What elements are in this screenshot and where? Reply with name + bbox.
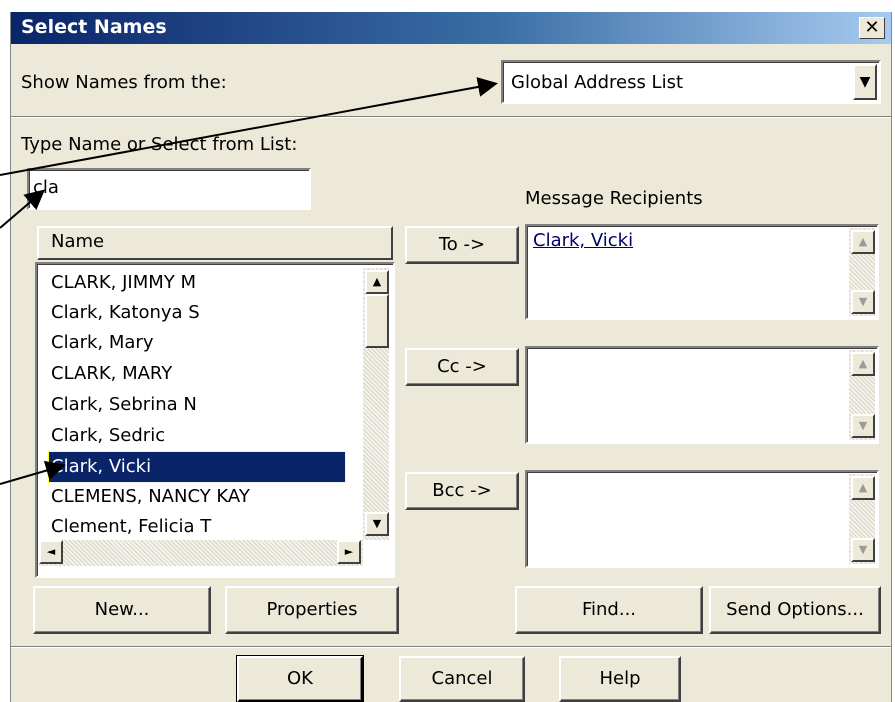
arrow-to-type-name <box>0 189 46 229</box>
arrow-to-selected-name <box>0 460 66 485</box>
annotation-arrows <box>0 77 498 485</box>
arrow-to-address-list <box>0 77 498 176</box>
